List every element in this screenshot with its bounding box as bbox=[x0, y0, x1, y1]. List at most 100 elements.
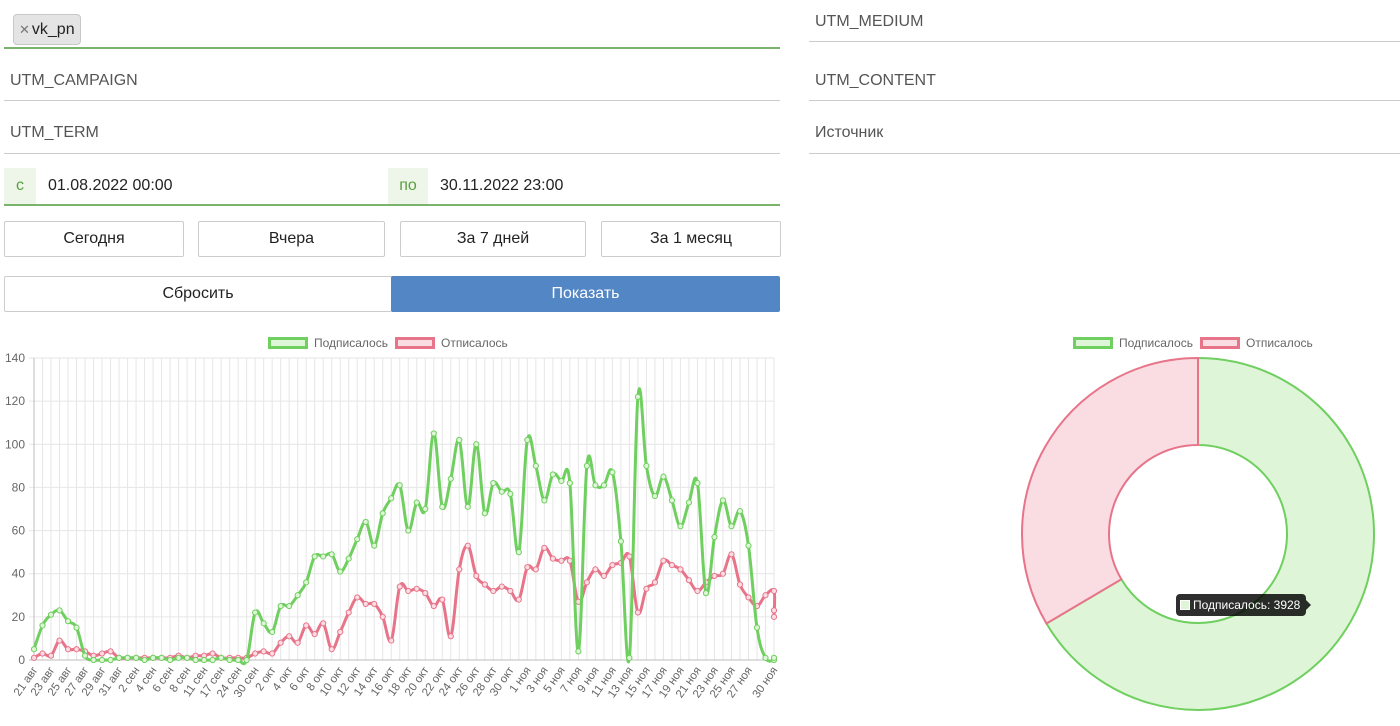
data-point-subscribed[interactable] bbox=[634, 393, 642, 400]
data-point-subscribed[interactable] bbox=[762, 654, 769, 661]
data-point-subscribed[interactable] bbox=[235, 656, 242, 664]
data-point-unsubscribed[interactable] bbox=[320, 620, 327, 627]
data-point-subscribed[interactable] bbox=[524, 436, 531, 444]
data-point-unsubscribed[interactable] bbox=[456, 566, 463, 573]
data-point-unsubscribed[interactable] bbox=[39, 650, 46, 657]
data-point-subscribed[interactable] bbox=[694, 480, 701, 487]
data-point-subscribed[interactable] bbox=[243, 656, 250, 664]
data-point-subscribed[interactable] bbox=[277, 602, 284, 610]
data-point-subscribed[interactable] bbox=[668, 497, 676, 504]
data-point-subscribed[interactable] bbox=[201, 656, 208, 664]
data-point-unsubscribed[interactable] bbox=[252, 650, 259, 657]
data-point-subscribed[interactable] bbox=[269, 628, 276, 636]
data-point-unsubscribed[interactable] bbox=[422, 590, 429, 597]
data-point-subscribed[interactable] bbox=[192, 656, 199, 664]
data-point-subscribed[interactable] bbox=[719, 497, 727, 504]
data-point-subscribed[interactable] bbox=[124, 654, 131, 661]
data-point-unsubscribed[interactable] bbox=[592, 566, 599, 573]
data-point-unsubscribed[interactable] bbox=[56, 637, 63, 644]
date-to-input[interactable]: 30.11.2022 23:00 bbox=[440, 177, 563, 195]
data-point-subscribed[interactable] bbox=[609, 469, 616, 476]
data-point-subscribed[interactable] bbox=[328, 551, 335, 558]
data-point-unsubscribed[interactable] bbox=[362, 600, 369, 608]
data-point-unsubscribed[interactable] bbox=[405, 587, 412, 595]
data-point-unsubscribed[interactable] bbox=[736, 581, 744, 588]
data-point-subscribed[interactable] bbox=[617, 538, 624, 545]
data-point-unsubscribed[interactable] bbox=[464, 542, 471, 549]
data-point-subscribed[interactable] bbox=[260, 620, 267, 627]
data-point-unsubscribed[interactable] bbox=[651, 579, 659, 586]
data-point-unsubscribed[interactable] bbox=[507, 587, 514, 595]
data-point-subscribed[interactable] bbox=[439, 503, 446, 510]
utm-medium-field[interactable]: UTM_MEDIUM bbox=[809, 0, 1400, 42]
data-point-subscribed[interactable] bbox=[184, 654, 191, 661]
yesterday-button[interactable]: Вчера bbox=[198, 221, 385, 257]
utm-content-field[interactable]: UTM_CONTENT bbox=[809, 58, 1400, 101]
data-point-unsubscribed[interactable] bbox=[277, 639, 284, 646]
data-point-unsubscribed[interactable] bbox=[711, 572, 718, 579]
data-point-unsubscribed[interactable] bbox=[668, 561, 676, 569]
remove-tag-icon[interactable]: ✕ bbox=[19, 22, 30, 37]
data-point-unsubscribed[interactable] bbox=[303, 622, 310, 629]
data-point-subscribed[interactable] bbox=[490, 480, 497, 487]
data-point-unsubscribed[interactable] bbox=[549, 555, 556, 562]
data-point-subscribed[interactable] bbox=[405, 527, 412, 534]
data-point-unsubscribed[interactable] bbox=[524, 564, 531, 571]
utm-source-field[interactable]: ✕ vk_pn bbox=[4, 4, 780, 49]
data-point-subscribed[interactable] bbox=[575, 648, 582, 655]
data-point-subscribed[interactable] bbox=[660, 473, 667, 480]
data-point-unsubscribed[interactable] bbox=[447, 633, 454, 640]
last-month-button[interactable]: За 1 месяц bbox=[601, 221, 781, 257]
data-point-unsubscribed[interactable] bbox=[770, 587, 778, 595]
data-point-subscribed[interactable] bbox=[558, 477, 565, 485]
data-point-subscribed[interactable] bbox=[456, 436, 463, 444]
today-button[interactable]: Сегодня bbox=[4, 221, 184, 257]
data-point-unsubscribed[interactable] bbox=[286, 633, 293, 640]
data-point-subscribed[interactable] bbox=[141, 656, 148, 664]
data-point-subscribed[interactable] bbox=[745, 542, 752, 549]
data-point-subscribed[interactable] bbox=[515, 549, 522, 556]
source-field[interactable]: Источник bbox=[809, 110, 1400, 154]
data-point-subscribed[interactable] bbox=[473, 441, 480, 448]
data-point-unsubscribed[interactable] bbox=[30, 654, 38, 661]
data-point-subscribed[interactable] bbox=[149, 654, 157, 661]
data-point-subscribed[interactable] bbox=[47, 611, 55, 618]
data-point-unsubscribed[interactable] bbox=[328, 646, 335, 653]
data-point-subscribed[interactable] bbox=[107, 656, 114, 664]
data-point-subscribed[interactable] bbox=[430, 430, 437, 437]
data-point-subscribed[interactable] bbox=[396, 482, 403, 489]
data-point-subscribed[interactable] bbox=[736, 508, 744, 515]
data-point-subscribed[interactable] bbox=[702, 590, 710, 597]
data-point-subscribed[interactable] bbox=[226, 656, 233, 664]
data-point-subscribed[interactable] bbox=[115, 654, 123, 661]
data-point-unsubscribed[interactable] bbox=[98, 650, 106, 657]
data-point-subscribed[interactable] bbox=[39, 622, 46, 629]
data-point-subscribed[interactable] bbox=[685, 499, 693, 506]
data-point-subscribed[interactable] bbox=[728, 523, 735, 530]
data-point-unsubscribed[interactable] bbox=[728, 551, 735, 558]
data-point-subscribed[interactable] bbox=[583, 462, 590, 469]
data-point-subscribed[interactable] bbox=[303, 579, 310, 586]
data-point-subscribed[interactable] bbox=[413, 499, 420, 506]
utm-source-tag[interactable]: ✕ vk_pn bbox=[13, 14, 81, 45]
data-point-subscribed[interactable] bbox=[320, 553, 327, 560]
last-7-days-button[interactable]: За 7 дней bbox=[400, 221, 586, 257]
data-point-unsubscribed[interactable] bbox=[260, 648, 267, 655]
data-point-unsubscribed[interactable] bbox=[430, 602, 437, 610]
data-point-unsubscribed[interactable] bbox=[558, 557, 565, 564]
data-point-unsubscribed[interactable] bbox=[694, 587, 701, 595]
data-point-unsubscribed[interactable] bbox=[770, 613, 778, 620]
data-point-unsubscribed[interactable] bbox=[345, 609, 352, 616]
data-point-unsubscribed[interactable] bbox=[107, 648, 114, 655]
data-point-subscribed[interactable] bbox=[626, 654, 633, 661]
data-point-unsubscribed[interactable] bbox=[643, 585, 650, 592]
data-point-subscribed[interactable] bbox=[209, 656, 216, 664]
data-point-subscribed[interactable] bbox=[311, 553, 318, 560]
data-point-unsubscribed[interactable] bbox=[677, 566, 684, 573]
data-point-unsubscribed[interactable] bbox=[473, 572, 480, 579]
data-point-unsubscribed[interactable] bbox=[490, 587, 497, 595]
data-point-unsubscribed[interactable] bbox=[439, 596, 446, 603]
data-point-unsubscribed[interactable] bbox=[64, 646, 72, 653]
data-point-unsubscribed[interactable] bbox=[47, 652, 55, 659]
data-point-unsubscribed[interactable] bbox=[745, 594, 752, 601]
